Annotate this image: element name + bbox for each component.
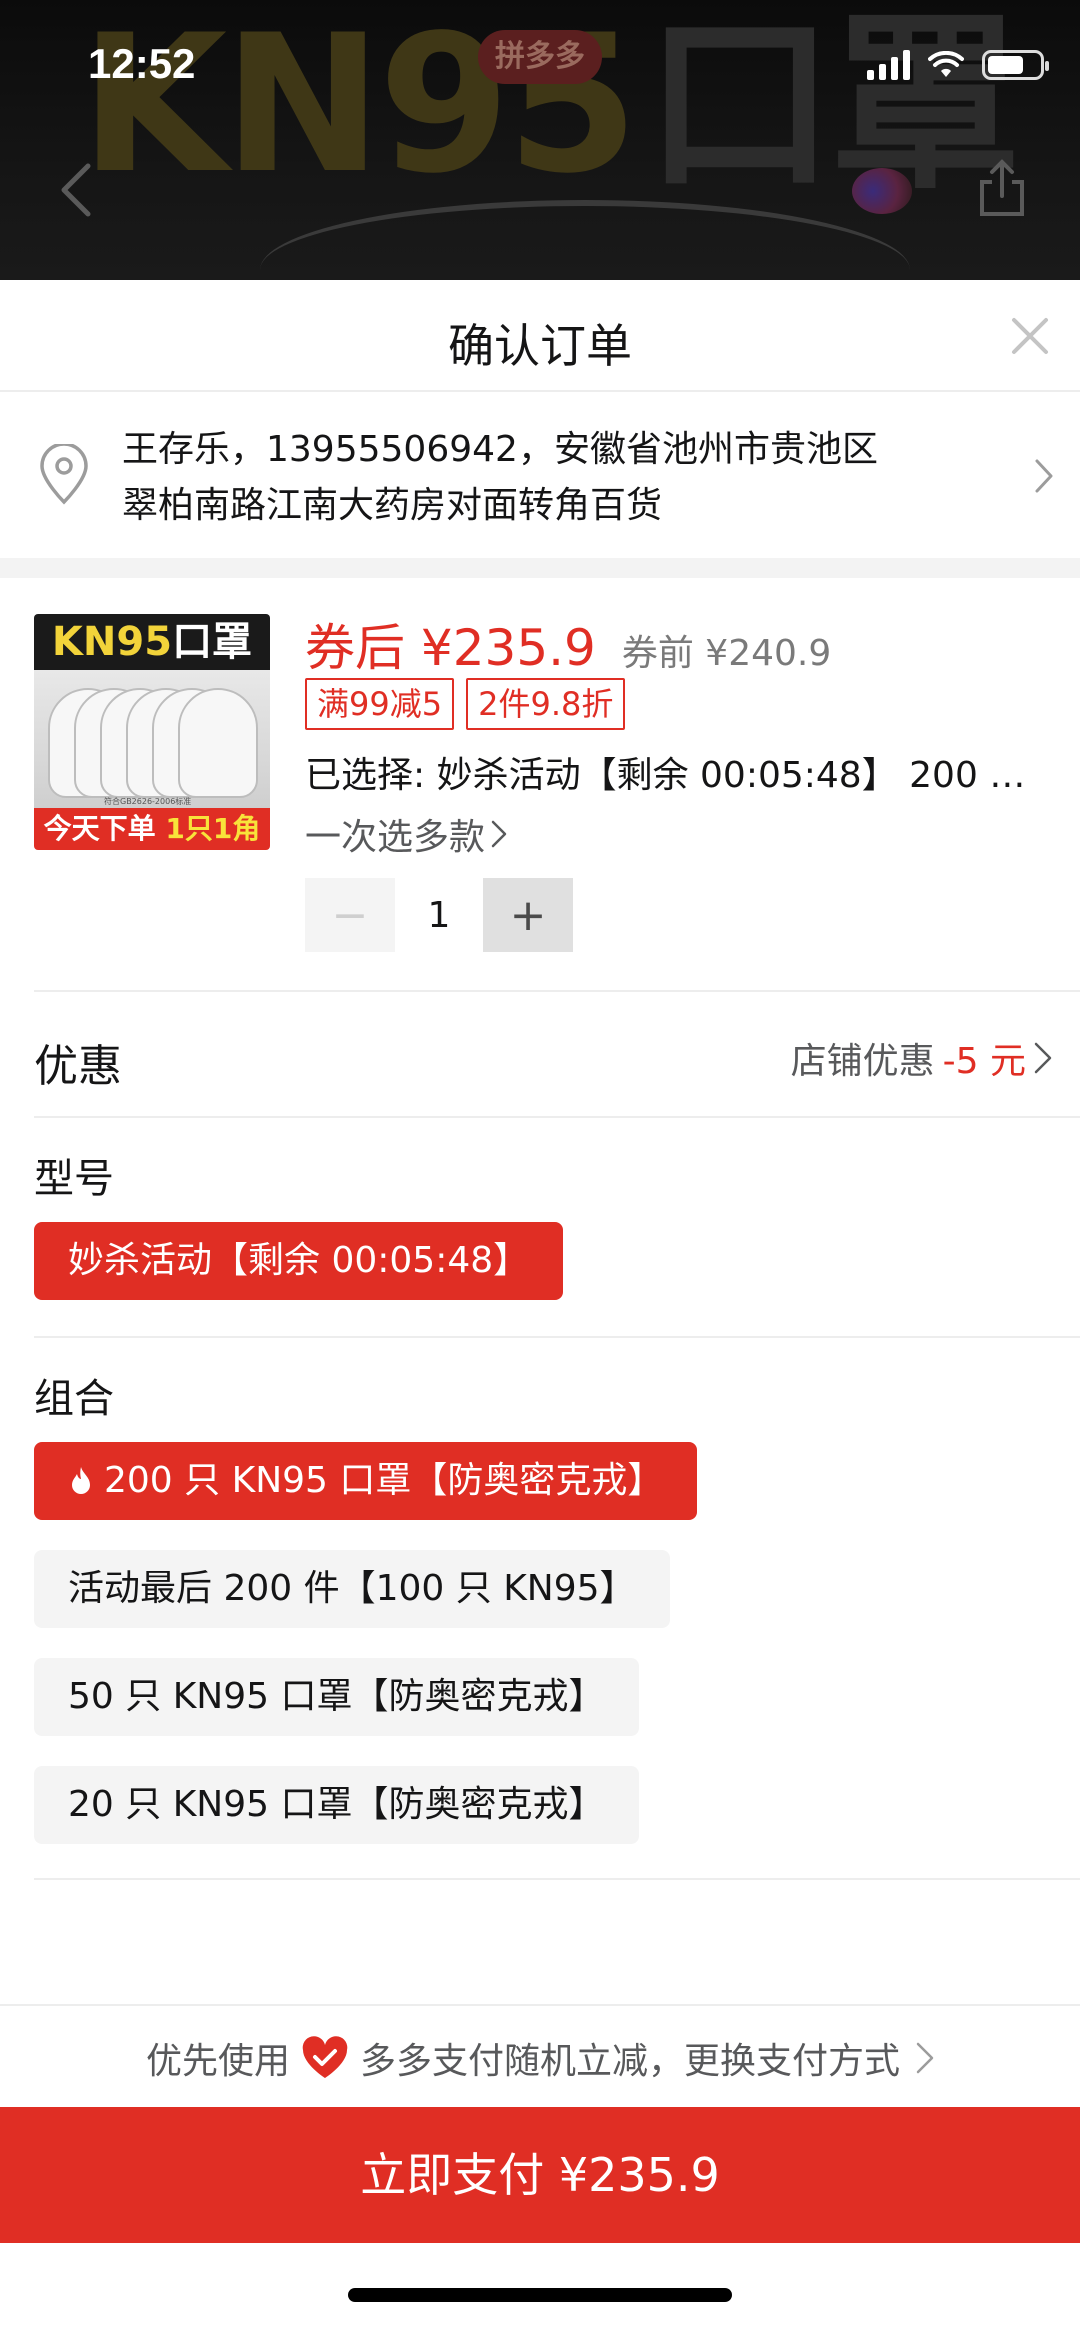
chevron-right-icon — [1034, 1042, 1052, 1074]
banner-decoration — [852, 168, 912, 214]
payment-suffix: 多多支付随机立减，更换支付方式 — [360, 2041, 901, 2082]
payment-method-row[interactable]: 优先使用 多多支付随机立减，更换支付方式 — [0, 2004, 1080, 2110]
address-text: 王存乐，13955506942，安徽省池州市贵池区 翠柏南路江南大药房对面转角百… — [122, 422, 952, 534]
discount-amount: -5 元 — [942, 1041, 1026, 1082]
product-thumbnail[interactable]: KN95口罩 符合GB2626-2006标准 今天下单 1只1角 — [34, 614, 270, 850]
quantity-stepper: − 1 + — [305, 878, 573, 952]
shop-discount-label: 店铺优惠 — [790, 1041, 935, 1082]
fire-icon — [72, 1467, 90, 1494]
discount-row[interactable]: 优惠 店铺优惠 -5 元 — [0, 992, 1080, 1116]
back-arrow-icon[interactable] — [56, 160, 96, 220]
product-banner: KN95口罩 拼多多 12:52 — [0, 0, 1080, 280]
chevron-right-icon — [916, 2042, 934, 2074]
chevron-right-icon — [491, 820, 507, 848]
model-section: 型号 妙杀活动【剩余 00:05:48】 — [0, 1118, 1080, 1336]
discount-label: 优惠 — [34, 1041, 122, 1092]
thumbnail-standard-text: 符合GB2626-2006标准 — [104, 797, 192, 806]
battery-icon — [982, 50, 1049, 80]
divider — [34, 1878, 1080, 1880]
cellular-signal-icon — [867, 50, 910, 80]
combo-option[interactable]: 20 只 KN95 口罩【防奥密克戎】 — [34, 1766, 639, 1844]
promo-tags: 满99减5 2件9.8折 — [305, 678, 626, 730]
chevron-right-icon — [1035, 459, 1053, 493]
model-label: 型号 — [34, 1156, 114, 1202]
page-title: 确认订单 — [448, 319, 632, 373]
heart-check-icon — [302, 2036, 348, 2078]
promo-tag: 2件9.8折 — [466, 678, 626, 730]
price-row: 券后 ¥235.9 券前 ¥240.9 — [305, 608, 831, 680]
pay-now-button[interactable]: 立即支付 ¥235.9 — [0, 2107, 1080, 2243]
combo-option[interactable]: 50 只 KN95 口罩【防奥密克戎】 — [34, 1658, 639, 1736]
price-after-coupon: 券后 ¥235.9 — [305, 619, 596, 677]
model-option[interactable]: 妙杀活动【剩余 00:05:48】 — [34, 1222, 564, 1300]
selected-variant-text: 已选择: 妙杀活动【剩余 00:05:48】 200 只 KN95 口罩【防奥密… — [305, 755, 1045, 796]
address-line-2: 翠柏南路江南大药房对面转角百货 — [122, 485, 663, 526]
price-before-coupon: 券前 ¥240.9 — [621, 633, 832, 674]
payment-prefix: 优先使用 — [145, 2041, 290, 2082]
brand-badge: 拼多多 — [478, 30, 602, 84]
share-icon[interactable] — [976, 158, 1028, 218]
address-line-1: 王存乐，13955506942，安徽省池州市贵池区 — [122, 429, 878, 470]
discount-detail: 店铺优惠 -5 元 — [791, 1032, 1052, 1084]
location-pin-icon — [40, 444, 88, 505]
multi-select-label: 一次选多款 — [305, 817, 486, 858]
sheet-header: 确认订单 — [0, 280, 1080, 392]
increase-quantity-button[interactable]: + — [483, 878, 573, 952]
thumbnail-masks — [34, 670, 270, 808]
combo-option-selected[interactable]: 200 只 KN95 口罩【防奥密克戎】 — [34, 1442, 698, 1520]
close-icon[interactable] — [1010, 316, 1050, 356]
combo-option-label: 200 只 KN95 口罩【防奥密克戎】 — [104, 1460, 664, 1501]
promo-tag: 满99减5 — [305, 678, 455, 730]
shipping-address-row[interactable]: 王存乐，13955506942，安徽省池州市贵池区 翠柏南路江南大药房对面转角百… — [0, 392, 1080, 558]
product-card: KN95口罩 符合GB2626-2006标准 今天下单 1只1角 券后 ¥235… — [0, 578, 1080, 990]
status-icons — [867, 50, 1049, 80]
confirm-order-sheet: 确认订单 王存乐，13955506942，安徽省池州市贵池区 翠柏南路江南大药房… — [0, 280, 1080, 2337]
status-time: 12:52 — [88, 40, 196, 87]
combo-section: 组合 200 只 KN95 口罩【防奥密克戎】 活动最后 200 件【100 只… — [0, 1338, 1080, 1878]
combo-option[interactable]: 活动最后 200 件【100 只 KN95】 — [34, 1550, 670, 1628]
decrease-quantity-button[interactable]: − — [305, 878, 395, 952]
thumbnail-promo: 今天下单 1只1角 — [34, 808, 270, 850]
combo-label: 组合 — [34, 1376, 114, 1422]
section-separator — [0, 558, 1080, 578]
home-indicator[interactable] — [348, 2288, 732, 2302]
thumbnail-title: KN95口罩 — [34, 614, 270, 670]
multi-select-link[interactable]: 一次选多款 — [305, 808, 507, 860]
wifi-icon — [928, 51, 964, 77]
quantity-value[interactable]: 1 — [395, 895, 483, 936]
